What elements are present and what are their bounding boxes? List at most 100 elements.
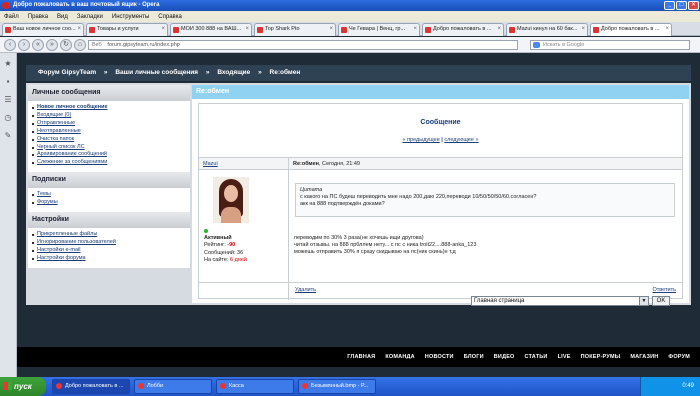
prev-message-link[interactable]: « предыдущее <box>402 137 439 143</box>
footer-link-shop[interactable]: МАГАЗИН <box>630 354 658 360</box>
next-message-link[interactable]: следующее » <box>444 137 478 143</box>
tab-active[interactable]: Добро пожаловать в ... × <box>590 23 672 36</box>
menu-bookmarks[interactable]: Закладки <box>77 14 103 20</box>
footer-link-home[interactable]: ГЛАВНАЯ <box>347 354 375 360</box>
sidebar-item-email-settings[interactable]: Настройки e-mail <box>32 247 186 255</box>
paint-icon <box>302 383 308 389</box>
breadcrumb-root[interactable]: Форум GipsyTeam <box>38 69 96 76</box>
sidebar-item-archive[interactable]: Архивирование сообщений <box>32 151 186 159</box>
sidebar-item-sent[interactable]: Отправленные <box>32 120 186 128</box>
maximize-button[interactable]: □ <box>676 1 687 10</box>
menu-edit[interactable]: Правка <box>28 14 48 20</box>
breadcrumb-private-messages[interactable]: Ваши личные сообщения <box>115 69 198 76</box>
menu-tools[interactable]: Инструменты <box>112 14 149 20</box>
message-header-row: Mazui Re:обмен, Сегодня, 21:49 <box>199 157 682 170</box>
tab-strip: Ваш новое личное соо... × Товары и услуги… <box>0 22 700 36</box>
sidebar-item-forum-settings[interactable]: Настройки форума <box>32 255 186 263</box>
breadcrumb: Форум GipsyTeam » Ваши личные сообщения … <box>26 65 691 81</box>
breadcrumb-separator: » <box>258 69 262 76</box>
breadcrumb-inbox[interactable]: Входящие <box>217 69 250 76</box>
sidebar-item-new-message[interactable]: Новое личное сообщение <box>32 104 186 112</box>
url-text: forum.gipsyteam.ru/index.php <box>107 42 180 48</box>
delete-link[interactable]: Удалить <box>295 287 316 293</box>
home-button[interactable]: ⌂ <box>74 39 86 51</box>
tab-close-icon[interactable]: × <box>581 24 585 35</box>
footer-link-forum[interactable]: ФОРУМ <box>668 354 690 360</box>
windows-logo-icon <box>4 382 12 390</box>
author-link[interactable]: Mazui <box>203 161 218 167</box>
notes-icon[interactable]: ✎ <box>3 131 13 140</box>
close-button[interactable]: × <box>688 1 699 10</box>
breadcrumb-separator: » <box>103 69 108 76</box>
fast-forward-button[interactable]: » <box>46 39 58 51</box>
sidebar-item-clean-folders[interactable]: Очистка папок <box>32 136 186 144</box>
sidebar-item-ignore-users[interactable]: Игнорирование пользователей <box>32 239 186 247</box>
tab-close-icon[interactable]: × <box>665 24 669 35</box>
ok-button[interactable]: OK <box>652 296 670 306</box>
contacts-icon[interactable]: ☰ <box>3 95 13 104</box>
google-icon <box>533 42 540 48</box>
sidebar-item-tracking[interactable]: Слежение за сообщениями <box>32 159 186 167</box>
url-input[interactable]: Веб forum.gipsyteam.ru/index.php <box>88 40 518 50</box>
column-divider <box>288 157 289 300</box>
sidebar-item-inbox[interactable]: Входящие (0) <box>32 112 186 120</box>
sidebar-item-attachments[interactable]: Прикрепленные файлы <box>32 231 186 239</box>
footer-link-blogs[interactable]: БЛОГИ <box>464 354 484 360</box>
sidebar-item-forums[interactable]: Форумы <box>32 199 186 207</box>
tab[interactable]: Добро пожаловать в ... × <box>422 23 504 36</box>
avatar[interactable] <box>213 177 249 223</box>
bookmarks-icon[interactable]: ★ <box>3 59 13 68</box>
history-icon[interactable]: ◷ <box>3 113 13 122</box>
mail-icon[interactable]: ▪ <box>3 77 13 86</box>
tab[interactable]: Товары и услуги × <box>86 23 168 36</box>
tab[interactable]: МОИ 300 888 на ВАШ... × <box>170 23 252 36</box>
message-subject: Re:обмен, Сегодня, 21:49 <box>293 161 360 167</box>
menu-view[interactable]: Вид <box>57 14 68 20</box>
tab[interactable]: Top Shark Pto × <box>254 23 336 36</box>
breadcrumb-separator: » <box>205 69 210 76</box>
forward-button[interactable]: › <box>18 39 30 51</box>
footer-link-team[interactable]: КОМАНДА <box>385 354 414 360</box>
tab-close-icon[interactable]: × <box>413 24 417 35</box>
online-indicator-icon <box>204 229 208 233</box>
minimize-button[interactable]: _ <box>664 1 675 10</box>
tab-close-icon[interactable]: × <box>329 24 333 35</box>
user-rating: -90 <box>227 242 236 249</box>
sidebar-item-unsent[interactable]: Неотправленные <box>32 128 186 136</box>
menu-file[interactable]: Файл <box>4 14 19 20</box>
clock[interactable]: 0:49 <box>682 383 694 389</box>
jump-select[interactable]: Главная страница ▼ <box>471 296 649 306</box>
search-input[interactable]: Искать в Google <box>530 40 690 50</box>
footer-link-live[interactable]: LIVE <box>558 354 571 360</box>
message-panel: Re:обмен Сообщение « предыдущее | следую… <box>192 85 689 303</box>
tab-close-icon[interactable]: × <box>245 24 249 35</box>
favicon-icon <box>593 27 599 33</box>
reply-link[interactable]: Ответить <box>652 287 676 293</box>
message-box: Сообщение « предыдущее | следующее » Maz… <box>198 103 683 300</box>
taskbar-item-lobby[interactable]: Лобби <box>134 379 212 394</box>
footer-link-articles[interactable]: СТАТЬИ <box>525 354 548 360</box>
menu-help[interactable]: Справка <box>158 14 182 20</box>
user-online-time: 6 дней <box>230 256 247 263</box>
rewind-button[interactable]: « <box>32 39 44 51</box>
tab[interactable]: Че Гевара | Венц, гр... × <box>338 23 420 36</box>
tab[interactable]: Ваш новое личное соо... × <box>2 23 84 36</box>
footer-link-poker-rooms[interactable]: ПОКЕР-РУМЫ <box>581 354 621 360</box>
taskbar-item-opera[interactable]: Добро пожаловать в ... <box>52 379 130 394</box>
sidebar: Личные сообщения Новое личное сообщение … <box>28 85 190 268</box>
reload-button[interactable]: ↻ <box>60 39 72 51</box>
start-button[interactable]: пуск <box>0 377 46 396</box>
favicon-icon <box>5 27 11 33</box>
footer-link-video[interactable]: ВИДЕО <box>494 354 515 360</box>
taskbar-item-cashier[interactable]: Касса <box>216 379 294 394</box>
sidebar-item-topics[interactable]: Темы <box>32 191 186 199</box>
tab-close-icon[interactable]: × <box>77 24 81 35</box>
sidebar-heading: Личные сообщения <box>28 85 190 101</box>
tab-close-icon[interactable]: × <box>497 24 501 35</box>
back-button[interactable]: ‹ <box>4 39 16 51</box>
tab-close-icon[interactable]: × <box>161 24 165 35</box>
tab[interactable]: Mazui кинул на 60 бак... × <box>506 23 588 36</box>
taskbar-item-paint[interactable]: Безымянный.bmp - Р... <box>298 379 376 394</box>
message-line: можешь отправить 30% я сразу скидываю на… <box>294 249 456 256</box>
footer-link-news[interactable]: НОВОСТИ <box>425 354 454 360</box>
